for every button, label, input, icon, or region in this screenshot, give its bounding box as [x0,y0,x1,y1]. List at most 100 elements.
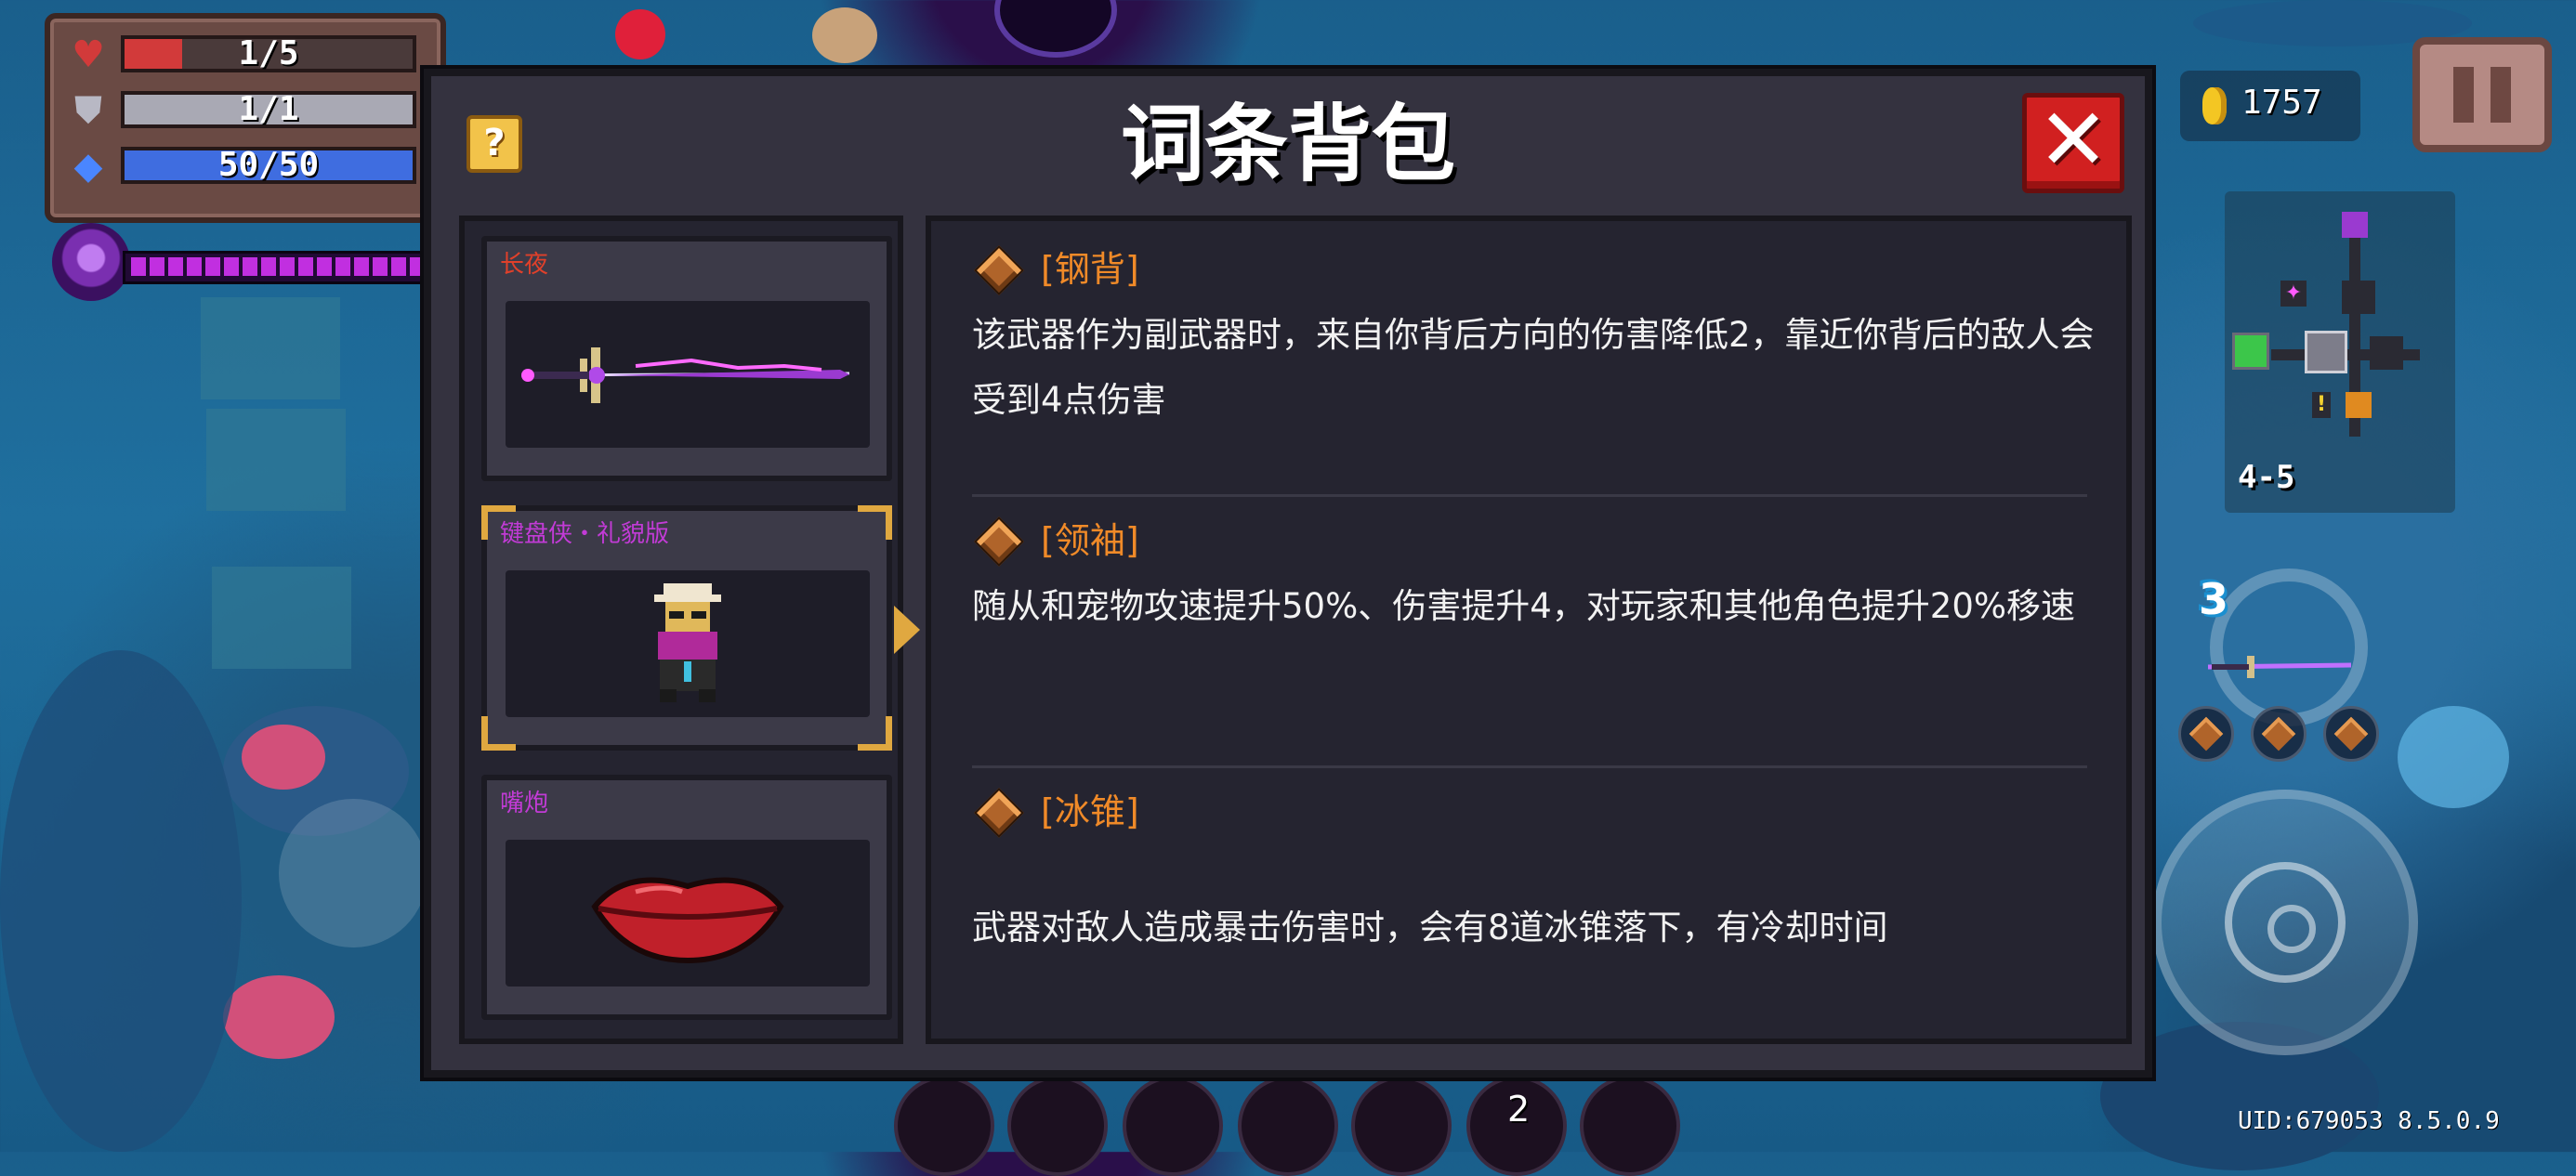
keyboard-warrior-pet-icon [654,583,721,702]
pause-button[interactable] [2412,37,2552,152]
armor-bar: 1/1 [121,91,416,128]
red-lips-icon [591,877,784,964]
enemy-sprite [615,9,665,59]
divider [972,765,2087,768]
buff-segment [280,257,295,276]
affix-description: 随从和宠物攻速提升50%、伤害提升4，对玩家和其他角色提升20%移速 [972,586,2076,626]
affix-header: [冰锥] [972,784,2115,840]
buff-segment [224,257,239,276]
health-bar: 1/5 [121,35,416,72]
portal-decoration [994,0,1117,58]
buff-segment [410,257,425,276]
armor-row: ⛊ 1/1 [67,87,429,134]
affix-gem-icon [974,788,1024,838]
affix-title: [钢背] [1041,249,1139,290]
affix-slot-1[interactable] [2178,706,2234,762]
skill-slot-orange[interactable] [1238,1076,1338,1176]
skill-slot-purple[interactable] [1123,1076,1223,1176]
divider [972,494,2087,497]
buff-segment [150,257,164,276]
selected-arrow-icon [894,606,920,654]
item-name: 嘴炮 [500,790,549,817]
buff-segment [317,257,332,276]
selection-corner [858,716,892,751]
health-value: 1/5 [238,34,299,72]
energy-value: 50/50 [217,146,320,184]
health-row: ♥ 1/5 [67,32,429,78]
item-name: 长夜 [500,251,549,279]
item-card-mouth-cannon[interactable]: 嘴炮 [481,775,892,1020]
selection-corner [481,505,516,540]
buff-segment [354,257,369,276]
selection-corner [858,505,892,540]
minimap-room-exit [2232,333,2269,370]
affix-title: [领袖] [1041,520,1139,561]
minimap-room-boss [2342,212,2368,238]
affix-slot-2[interactable] [2251,706,2307,762]
coin-amount: 1757 [2241,84,2322,122]
buff-segment [205,257,220,276]
current-weapon-sword-icon [2207,656,2352,678]
coral-decoration [223,975,335,1059]
skill-slot-red[interactable] [1580,1076,1680,1176]
buff-segment [391,257,406,276]
affix-entry: [冰锥] 武器对敌人造成暴击伤害时，会有8道冰锥落下，有冷却时间 [972,784,2115,947]
floor-tile [212,567,351,669]
energy-bar: 50/50 [121,147,416,184]
buff-segment [168,257,183,276]
affix-entry: [钢背] 该武器作为副武器时，来自你背后方向的伤害降低2，靠近你背后的敌人会受到… [972,242,2115,420]
minimap-room-chest [2346,392,2372,418]
minimap[interactable]: ✦ ! 4-5 [2225,191,2455,513]
selection-corner [481,716,516,751]
energy-row: ◆ 50/50 [67,143,429,189]
minimap-room [2370,336,2403,370]
pause-icon [2491,67,2511,123]
crosshair-icon [2225,862,2346,983]
gold-coin-icon [2202,87,2227,124]
buff-segment [131,257,146,276]
enemy-sprite [812,7,877,63]
affix-slot-3[interactable] [2323,706,2379,762]
heart-icon: ♥ [72,33,105,76]
purple-sword-icon [521,347,850,403]
buff-status-bar [52,223,481,307]
coral-decoration [279,799,427,947]
shield-icon: ⛊ [74,89,102,132]
weapon-count-badge: 3 [2198,574,2228,624]
minimap-room [2342,281,2375,314]
affix-description: 该武器作为副武器时，来自你背后方向的伤害降低2，靠近你背后的敌人会受到4点伤害 [972,315,2095,420]
skill-slot-fire[interactable] [894,1076,994,1176]
energy-diamond-icon: ◆ [73,145,103,188]
coral-decoration [0,650,242,1152]
coral-decoration [242,725,325,790]
buff-segment [187,257,202,276]
item-name: 键盘侠・礼貌版 [500,520,670,548]
affix-header: [领袖] [972,513,2115,568]
item-image-frame [506,570,870,717]
item-card-long-night[interactable]: 长夜 [481,236,892,481]
affix-header: [钢背] [972,242,2115,297]
armor-value: 1/1 [238,90,299,128]
vortex-buff-icon [52,223,130,301]
buff-segment [261,257,276,276]
minimap-room-current [2305,331,2347,373]
coin-counter: 1757 [2180,71,2360,141]
close-button[interactable]: ✕ [2022,93,2124,193]
coral-decoration [2398,706,2509,808]
skill-slot-ember[interactable] [1351,1076,1452,1176]
affix-entry: [领袖] 随从和宠物攻速提升50%、伤害提升4，对玩家和其他角色提升20%移速 [972,513,2115,626]
page-number: 2 [1507,1089,1531,1130]
buff-segment [298,257,313,276]
affix-description: 武器对敌人造成暴击伤害时，会有8道冰锥落下，有冷却时间 [972,908,1888,947]
attack-joystick[interactable] [2152,790,2418,1055]
item-image-frame [506,840,870,987]
pause-icon [2453,67,2474,123]
level-indicator: 4-5 [2238,459,2295,496]
item-card-keyboard-warrior[interactable]: 键盘侠・礼貌版 [481,505,892,751]
affix-detail-panel: [钢背] 该武器作为副武器时，来自你背后方向的伤害降低2，靠近你背后的敌人会受到… [926,216,2132,1044]
uid-version-label: UID:679053 8.5.0.9 [2238,1107,2500,1135]
player-stats-panel: ♥ 1/5 ⛊ 1/1 ◆ 50/50 [45,13,446,223]
skill-slot-blue[interactable] [1007,1076,1108,1176]
buff-segment [335,257,350,276]
item-list: 长夜 键盘侠・礼貌版 嘴炮 [459,216,903,1044]
